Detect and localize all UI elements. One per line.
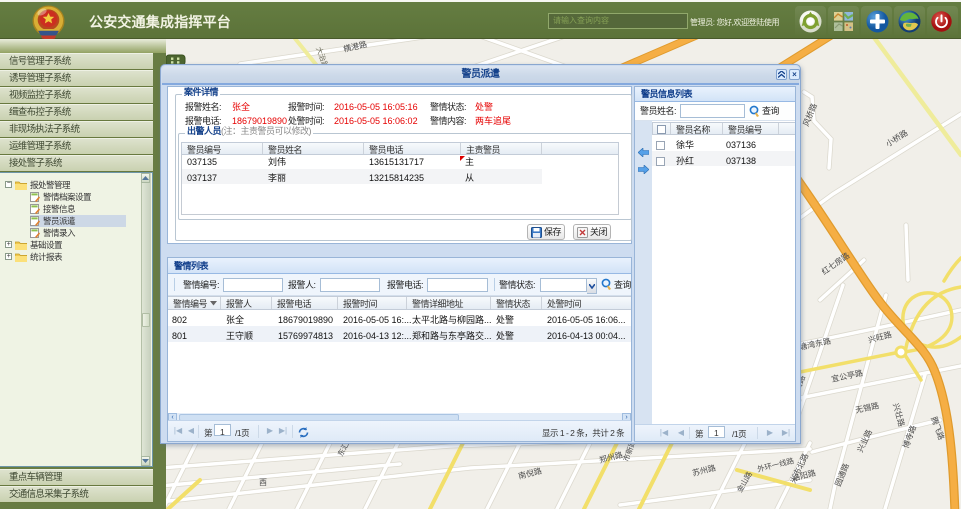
svg-text:酉: 酉 (259, 478, 267, 487)
